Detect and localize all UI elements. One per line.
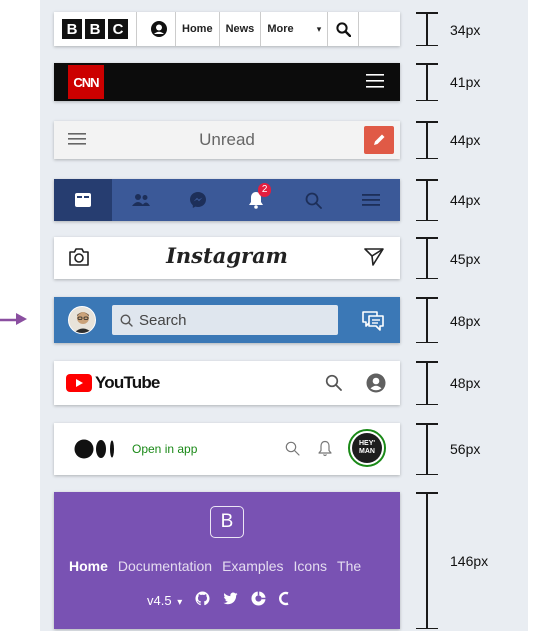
nav-home[interactable]: Home <box>176 12 219 46</box>
tab-news-feed[interactable] <box>54 179 112 221</box>
divider <box>358 12 360 46</box>
menu-icon <box>362 194 381 206</box>
pointer-arrow-icon <box>0 311 28 332</box>
scroll-fade <box>378 552 400 622</box>
nav-link-home[interactable]: Home <box>69 558 108 574</box>
instagram-logo[interactable]: Instagram <box>54 243 400 268</box>
youtube-wordmark: YouTube <box>95 373 160 392</box>
height-label: 44px <box>450 192 481 208</box>
account-icon[interactable] <box>143 12 175 46</box>
height-bracket <box>416 121 438 159</box>
twitter-icon[interactable] <box>223 592 238 608</box>
search-icon[interactable] <box>285 441 300 461</box>
chevron-down-icon: ▾ <box>316 23 322 34</box>
search-icon[interactable] <box>328 12 358 46</box>
bell-icon[interactable] <box>318 440 332 462</box>
search-input[interactable]: Search <box>112 305 338 335</box>
pencil-icon <box>374 134 385 145</box>
avatar[interactable]: HEY' MAN <box>348 429 386 467</box>
bootstrap-navbar: B Home Documentation Examples Icons The … <box>54 492 400 629</box>
bbc-logo-block: C <box>108 19 128 39</box>
tab-notifications[interactable]: 2 <box>227 179 285 221</box>
search-icon[interactable] <box>325 374 342 396</box>
height-label: 56px <box>450 441 481 457</box>
news-feed-icon <box>74 193 91 207</box>
divider <box>136 12 137 46</box>
compose-message-icon[interactable] <box>362 309 384 336</box>
account-icon[interactable] <box>366 373 386 398</box>
nav-link-examples[interactable]: Examples <box>222 558 283 574</box>
facebook-navbar: 2 <box>54 179 400 221</box>
nav-links: Home Documentation Examples Icons The <box>69 558 361 574</box>
height-label: 34px <box>450 22 481 38</box>
friends-icon <box>131 194 150 206</box>
medium-navbar: Open in app HEY' MAN <box>54 423 400 475</box>
slack-icon[interactable] <box>279 591 289 609</box>
version-dropdown[interactable]: v4.5 ▾ <box>147 593 182 608</box>
youtube-navbar: YouTube <box>54 361 400 405</box>
height-label: 48px <box>450 313 481 329</box>
cnn-logo[interactable]: CNN <box>68 65 104 99</box>
nav-link-icons[interactable]: Icons <box>294 558 327 574</box>
search-navbar: Search <box>54 297 400 343</box>
height-bracket <box>416 12 438 46</box>
tab-menu[interactable] <box>342 179 400 221</box>
open-in-app-link[interactable]: Open in app <box>132 442 197 456</box>
nav-more-dropdown[interactable]: More ▾ <box>261 12 327 46</box>
bootstrap-logo[interactable]: B <box>210 506 244 538</box>
opencollective-icon[interactable] <box>251 591 266 609</box>
height-bracket <box>416 361 438 405</box>
github-icon[interactable] <box>195 591 210 609</box>
send-icon[interactable] <box>364 247 384 272</box>
youtube-logo[interactable]: YouTube <box>66 373 160 393</box>
bbc-logo-block: B <box>62 19 82 39</box>
search-placeholder: Search <box>139 311 187 329</box>
messenger-icon <box>190 192 207 208</box>
nav-news[interactable]: News <box>220 12 261 46</box>
more-label: More <box>267 23 294 35</box>
nav-link-documentation[interactable]: Documentation <box>118 558 212 574</box>
height-label: 41px <box>450 74 481 90</box>
utility-row: v4.5 ▾ <box>147 591 289 609</box>
tab-messenger[interactable] <box>169 179 227 221</box>
unread-navbar: Unread <box>54 121 400 159</box>
avatar-text: HEY' MAN <box>352 433 382 463</box>
height-bracket <box>416 297 438 343</box>
instagram-navbar: Instagram <box>54 237 400 279</box>
youtube-play-icon <box>66 374 92 392</box>
height-bracket <box>416 423 438 475</box>
bbc-logo-block: B <box>85 19 105 39</box>
height-label: 48px <box>450 375 481 391</box>
height-bracket <box>416 63 438 101</box>
height-bracket <box>416 237 438 279</box>
medium-logo[interactable] <box>74 439 118 459</box>
hamburger-menu-icon[interactable] <box>366 73 384 94</box>
tab-search[interactable] <box>285 179 343 221</box>
bbc-navbar: B B C Home News More ▾ <box>54 12 400 46</box>
page-title: Unread <box>199 130 255 149</box>
search-icon <box>305 192 322 209</box>
edit-button[interactable] <box>364 126 394 154</box>
search-icon <box>120 313 133 327</box>
chevron-down-icon: ▾ <box>177 596 183 608</box>
height-bracket <box>416 179 438 221</box>
bbc-logo[interactable]: B B C <box>62 19 128 39</box>
version-label: v4.5 <box>147 592 172 608</box>
height-label: 44px <box>450 132 481 148</box>
height-bracket <box>416 492 438 629</box>
height-label: 45px <box>450 251 481 267</box>
cnn-navbar: CNN <box>54 63 400 101</box>
avatar[interactable] <box>68 306 96 334</box>
tab-friends[interactable] <box>112 179 170 221</box>
notification-badge: 2 <box>257 183 272 197</box>
nav-link-themes[interactable]: The <box>337 558 361 574</box>
height-label: 146px <box>450 553 489 569</box>
